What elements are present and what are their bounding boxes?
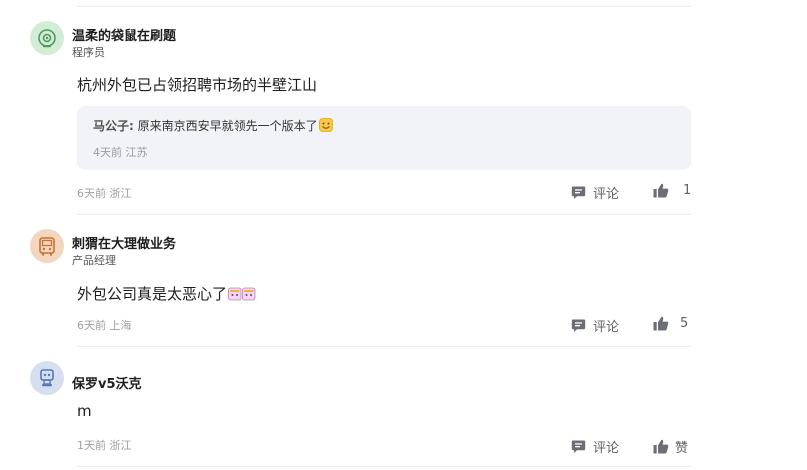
comment-button[interactable]: 评论	[571, 316, 619, 335]
comment-time: 6天前	[77, 319, 106, 332]
bus-avatar-icon	[39, 237, 55, 256]
username[interactable]: 刺猬在大理做业务	[72, 233, 176, 252]
like-button[interactable]: 赞	[653, 437, 688, 456]
comment-location: 浙江	[109, 439, 132, 452]
comment-label: 评论	[593, 441, 620, 456]
divider	[77, 214, 691, 215]
comment-time: 1天前	[77, 439, 106, 452]
user-avatar[interactable]	[30, 361, 64, 395]
comment-icon	[571, 439, 586, 454]
reply-location: 江苏	[125, 146, 148, 159]
reply-author[interactable]: 马公子:	[93, 119, 134, 133]
comment-location: 上海	[109, 319, 132, 332]
divider	[77, 6, 691, 7]
smile-emoji-icon	[318, 118, 333, 135]
sticker-emoji-icon	[228, 287, 256, 305]
thumb-up-icon	[653, 439, 669, 454]
user-title: 产品经理	[72, 254, 116, 267]
camera-avatar-icon	[38, 29, 56, 48]
user-avatar[interactable]	[30, 229, 64, 263]
comment-icon	[571, 185, 586, 200]
username[interactable]: 保罗v5沃克	[72, 373, 142, 392]
like-count: 5	[680, 316, 689, 331]
like-button[interactable]: 5	[653, 316, 688, 331]
user-avatar[interactable]	[30, 21, 64, 55]
comment-label: 评论	[593, 320, 620, 335]
reply-time: 4天前	[93, 146, 122, 159]
reply-meta: 4天前 江苏	[93, 144, 148, 160]
thumb-up-icon	[653, 183, 669, 198]
reply-text: 马公子: 原来南京西安早就领先一个版本了	[93, 117, 333, 135]
comment-location: 浙江	[109, 187, 132, 200]
divider	[77, 466, 691, 467]
comment-meta: 6天前 上海	[77, 317, 132, 333]
comment-time: 6天前	[77, 187, 106, 200]
comment-icon	[571, 318, 586, 333]
comment-button[interactable]: 评论	[571, 437, 619, 456]
comment-content: m	[77, 402, 92, 420]
like-button[interactable]: 1	[653, 183, 691, 198]
comment-button[interactable]: 评论	[571, 183, 619, 202]
like-label: 赞	[675, 441, 689, 456]
comment-meta: 1天前 浙江	[77, 437, 132, 453]
robot-avatar-icon	[40, 369, 54, 387]
like-count: 1	[683, 183, 692, 198]
comment-content: 杭州外包已占领招聘市场的半壁江山	[77, 76, 318, 94]
comment-label: 评论	[593, 187, 620, 202]
user-title: 程序员	[72, 46, 105, 59]
reply-content: 原来南京西安早就领先一个版本了	[137, 119, 318, 133]
comment-text: 外包公司真是太恶心了	[77, 285, 228, 303]
thumb-up-icon	[653, 316, 669, 331]
comment-content: 外包公司真是太恶心了	[77, 283, 256, 305]
comment-meta: 6天前 浙江	[77, 185, 132, 201]
divider	[77, 346, 691, 347]
username[interactable]: 温柔的袋鼠在刷题	[72, 25, 176, 44]
reply-box[interactable]: 马公子: 原来南京西安早就领先一个版本了 4天前 江苏	[77, 106, 691, 170]
